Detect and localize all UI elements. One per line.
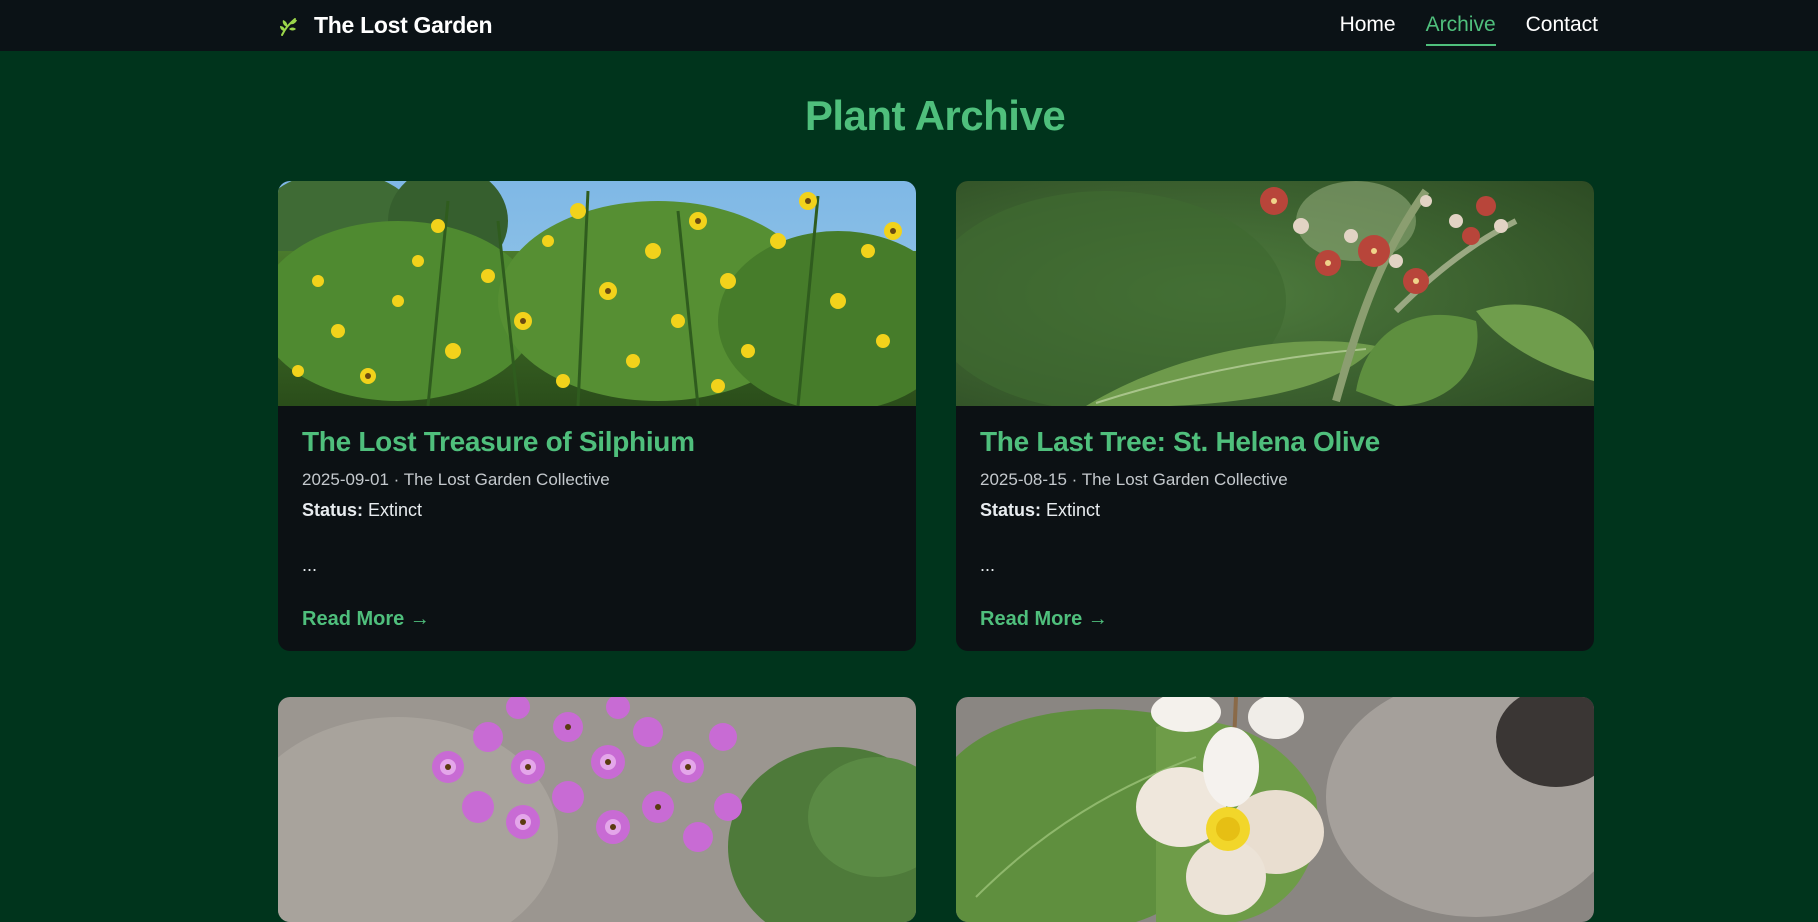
pink-star-flowers-photo[interactable] <box>278 697 916 922</box>
plant-card <box>956 697 1594 922</box>
navbar-inner: The Lost Garden Home Archive Contact <box>278 0 1598 51</box>
top-navbar: The Lost Garden Home Archive Contact <box>0 0 1818 51</box>
page-title: Plant Archive <box>804 92 1066 139</box>
card-status: Status: Extinct <box>302 500 892 521</box>
card-status: Status: Extinct <box>980 500 1570 521</box>
card-meta: 2025-08-15 · The Lost Garden Collective <box>980 470 1288 489</box>
nav-contact-link[interactable]: Contact <box>1526 5 1598 46</box>
plant-card <box>278 697 916 922</box>
plant-card: The Lost Treasure of Silphium 2025-09-01… <box>278 181 916 651</box>
card-body: The Last Tree: St. Helena Olive 2025-08-… <box>956 406 1594 651</box>
read-more-link[interactable]: Read More → <box>980 608 1108 630</box>
white-begonia-flower-photo[interactable] <box>956 697 1594 922</box>
nav-links: Home Archive Contact <box>1340 5 1598 46</box>
card-body: The Lost Treasure of Silphium 2025-09-01… <box>278 406 916 651</box>
brand-name: The Lost Garden <box>314 12 493 38</box>
card-excerpt: ... <box>302 555 318 575</box>
red-blossom-leaves-photo[interactable] <box>956 181 1594 406</box>
status-label: Status: <box>302 500 364 520</box>
plant-card: The Last Tree: St. Helena Olive 2025-08-… <box>956 181 1594 651</box>
brand[interactable]: The Lost Garden <box>278 12 493 39</box>
nav-archive-link[interactable]: Archive <box>1425 5 1496 46</box>
nav-home-link[interactable]: Home <box>1340 5 1396 46</box>
card-title[interactable]: The Lost Treasure of Silphium <box>302 426 892 458</box>
yellow-wildflowers-photo[interactable] <box>278 181 916 406</box>
card-title[interactable]: The Last Tree: St. Helena Olive <box>980 426 1570 458</box>
leaf-sprout-icon <box>278 15 300 37</box>
read-more-link[interactable]: Read More → <box>302 608 430 630</box>
card-meta: 2025-09-01 · The Lost Garden Collective <box>302 470 610 489</box>
status-value: Extinct <box>1046 500 1101 520</box>
status-value: Extinct <box>368 500 423 520</box>
card-excerpt: ... <box>980 555 996 575</box>
status-label: Status: <box>980 500 1042 520</box>
